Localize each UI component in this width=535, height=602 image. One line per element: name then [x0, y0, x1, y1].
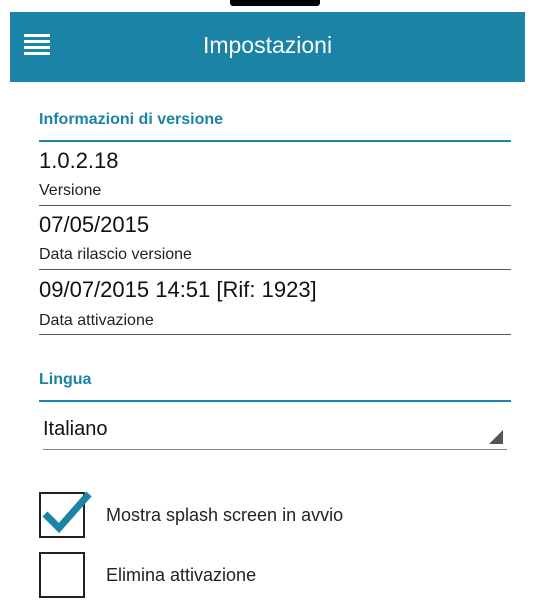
divider [39, 269, 511, 270]
dropdown-corner-icon [489, 430, 503, 444]
activation-date-value: 09/07/2015 14:51 [Rif: 1923] [39, 277, 317, 302]
splash-screen-option[interactable]: Mostra splash screen in avvio [39, 491, 519, 542]
language-section-divider [39, 400, 511, 402]
divider [39, 205, 511, 206]
release-date-label: Data rilascio versione [39, 246, 192, 263]
version-label: Versione [39, 182, 102, 199]
splash-screen-label: Mostra splash screen in avvio [106, 505, 344, 525]
release-date-value: 07/05/2015 [39, 212, 150, 237]
checkmark-icon [42, 491, 92, 534]
language-select[interactable]: Italiano [43, 410, 507, 450]
language-select-value: Italiano [43, 418, 108, 440]
version-section-title: Informazioni di versione [39, 111, 224, 128]
delete-activation-checkbox[interactable] [39, 552, 85, 598]
version-section-divider [39, 140, 511, 142]
status-strip [0, 0, 535, 12]
page-title: Impostazioni [202, 32, 333, 58]
activation-date-label: Data attivazione [39, 312, 154, 329]
delete-activation-label: Elimina attivazione [106, 565, 257, 585]
divider [39, 334, 511, 335]
app-header: Impostazioni [10, 12, 525, 82]
language-section-title: Lingua [39, 371, 92, 388]
version-value: 1.0.2.18 [39, 148, 119, 173]
delete-activation-option[interactable]: Elimina attivazione [39, 552, 519, 602]
